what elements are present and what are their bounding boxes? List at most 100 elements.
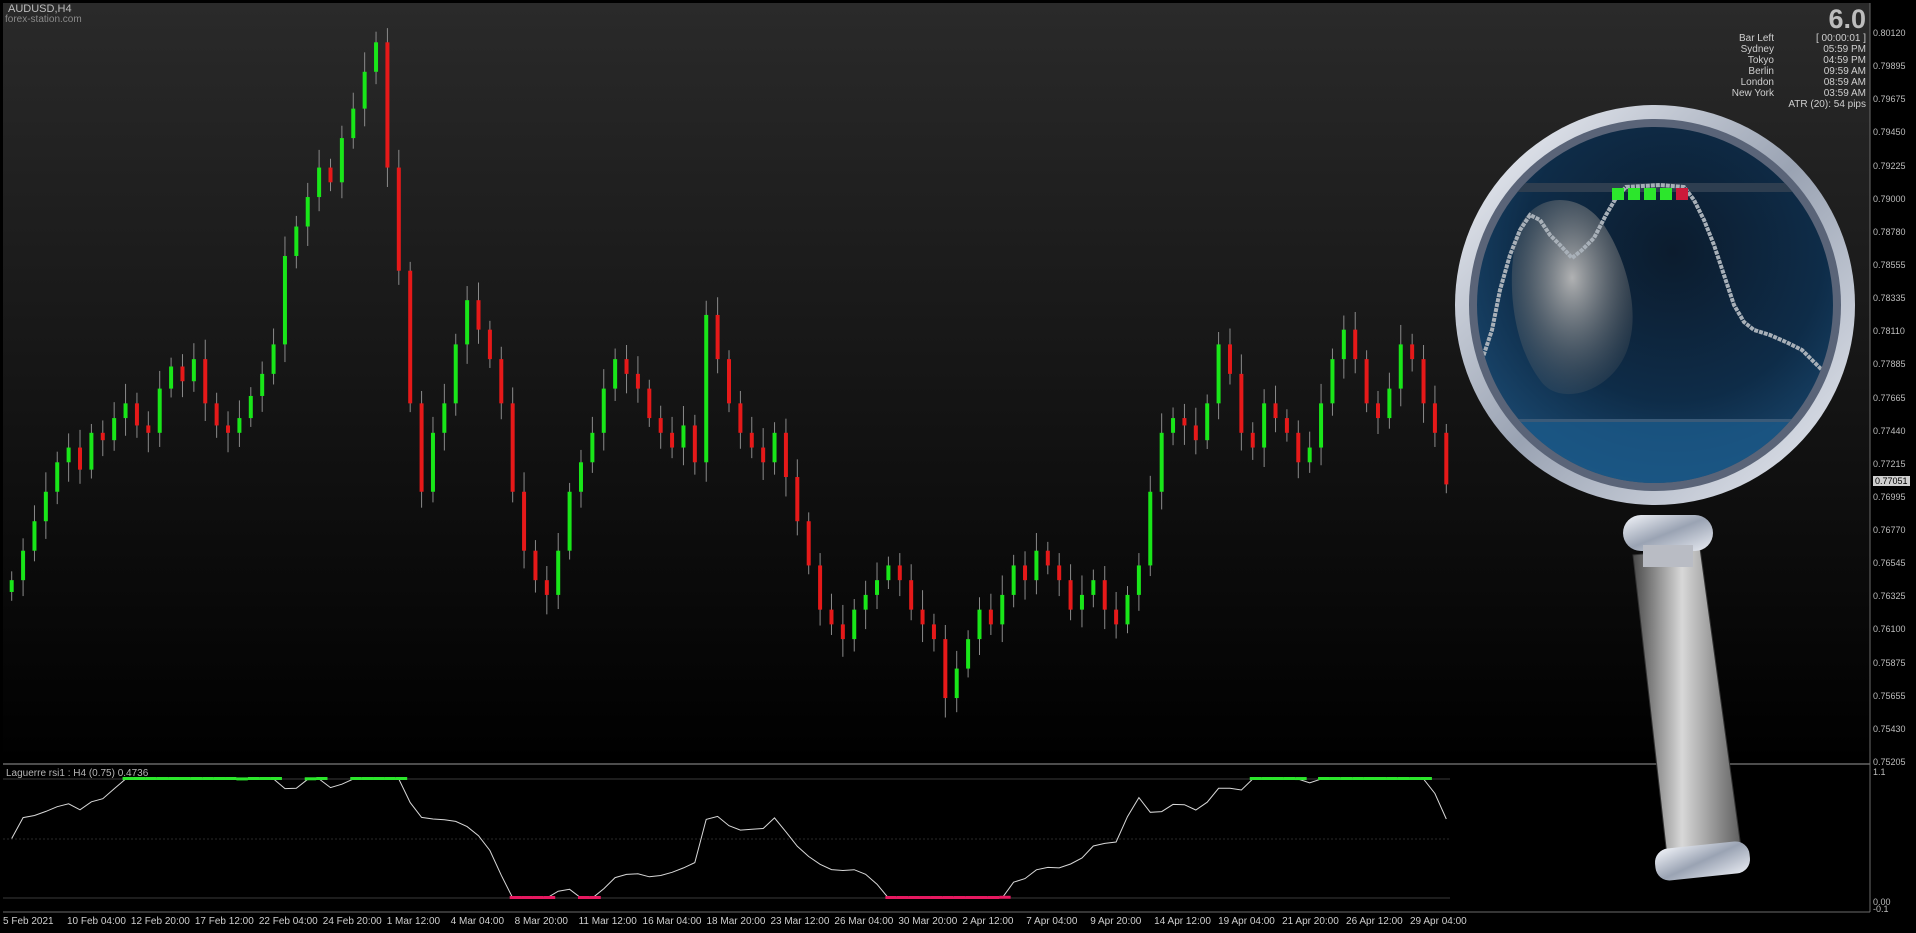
rsi-overbought-dot — [1272, 777, 1284, 780]
candle-bear — [920, 609, 925, 625]
rsi-overbought-dot — [1352, 777, 1364, 780]
info-row: Tokyo 04:59 PM — [1654, 55, 1866, 66]
candle-bear — [818, 565, 823, 610]
rsi-overbought-dot — [1340, 777, 1353, 780]
candle-bear — [1182, 418, 1187, 426]
candle-bear — [146, 425, 151, 433]
candle-bear — [749, 432, 754, 448]
info-value: 03:59 AM — [1823, 88, 1866, 99]
candle-bear — [487, 329, 492, 360]
candle-bear — [658, 418, 663, 433]
lens-dot-4 — [1660, 188, 1672, 200]
candle-bull — [43, 491, 48, 522]
candle-bull — [112, 418, 117, 441]
rsi-oversold-dot — [885, 896, 897, 899]
candle-bear — [738, 403, 743, 433]
price-tick-label: 0.79225 — [1873, 160, 1906, 171]
candle-bear — [624, 359, 629, 374]
candle-bear — [385, 42, 390, 168]
price-tick-label: 0.75875 — [1873, 657, 1906, 668]
price-tick-label: 0.78555 — [1873, 259, 1906, 270]
time-tick-label: 14 Apr 12:00 — [1154, 916, 1211, 927]
candle-bull — [1307, 447, 1312, 463]
candle-bull — [123, 403, 128, 419]
candle-bull — [89, 432, 94, 470]
rsi-overbought-dot — [373, 777, 385, 780]
candle-bull — [374, 42, 379, 72]
chart-area[interactable]: AUDUSD,H4 forex-station.com 6.0 Bar Left… — [0, 0, 1916, 933]
candle-bear — [795, 477, 800, 522]
sub-scale-bottom-2: -0.1 — [1873, 904, 1889, 914]
price-tick-label: 0.79895 — [1873, 61, 1906, 72]
rsi-overbought-dot — [168, 777, 180, 780]
price-tick-label: 0.76995 — [1873, 491, 1906, 502]
candle-bull — [1125, 594, 1130, 625]
time-tick-label: 5 Feb 2021 — [3, 916, 54, 927]
candle-bull — [430, 432, 435, 492]
price-tick-label: 0.76545 — [1873, 558, 1906, 569]
rsi-overbought-dot — [1249, 777, 1262, 780]
candle-bull — [590, 432, 595, 463]
info-value: 05:59 PM — [1823, 44, 1866, 55]
info-row: Berlin 09:59 AM — [1654, 66, 1866, 77]
candle-bull — [681, 425, 686, 448]
magnifier-neck — [1643, 545, 1693, 567]
rsi-oversold-dot — [976, 896, 988, 899]
candle-bear — [510, 403, 515, 492]
candle-bear — [1273, 403, 1278, 419]
price-tick-label: 0.77215 — [1873, 458, 1906, 469]
rsi-oversold-dot — [521, 896, 533, 899]
rsi-oversold-dot — [543, 896, 556, 899]
candle-bull — [1159, 432, 1164, 492]
rsi-oversold-dot — [908, 896, 920, 899]
candle-bear — [1421, 359, 1426, 404]
price-tick-label: 0.79675 — [1873, 94, 1906, 105]
candle-bear — [100, 432, 105, 441]
info-label: New York — [1731, 88, 1774, 99]
candle-bear — [544, 580, 549, 595]
candle-bull — [9, 580, 14, 592]
candle-bull — [55, 462, 60, 492]
time-tick-label: 30 Mar 20:00 — [898, 916, 958, 927]
price-tick-label: 0.78780 — [1873, 226, 1906, 237]
price-tick-label: 0.79000 — [1873, 193, 1906, 204]
candle-bear — [647, 388, 652, 419]
lens-dot-3 — [1644, 188, 1656, 200]
time-tick-label: 29 Apr 04:00 — [1410, 916, 1467, 927]
candle-bull — [1136, 565, 1141, 595]
candle-bull — [1387, 388, 1392, 419]
site-watermark: forex-station.com — [5, 14, 82, 25]
candle-bear — [1193, 425, 1198, 441]
info-row: Bar Left [ 00:00:01 ] — [1654, 33, 1866, 44]
rsi-overbought-dot — [361, 777, 374, 780]
candle-bear — [180, 366, 185, 382]
rsi-oversold-dot — [896, 896, 909, 899]
candle-bear — [1057, 565, 1062, 581]
price-tick-label: 0.78110 — [1873, 326, 1905, 337]
candle-bull — [66, 447, 71, 463]
candle-bull — [1216, 344, 1221, 404]
rsi-oversold-dot — [532, 896, 544, 899]
candle-bear — [840, 624, 845, 640]
lens-dot-5 — [1676, 188, 1688, 200]
price-tick-label: 0.75655 — [1873, 690, 1906, 701]
candle-bear — [1284, 418, 1289, 433]
rsi-overbought-dot — [1409, 777, 1421, 780]
rsi-overbought-dot — [270, 777, 282, 780]
sub-scale-top: 1.1 — [1873, 767, 1886, 777]
candle-bull — [1091, 580, 1096, 595]
candle-bear — [761, 447, 766, 463]
time-tick-label: 23 Mar 12:00 — [770, 916, 830, 927]
info-label: London — [1740, 77, 1774, 88]
candle-bear — [715, 314, 720, 360]
price-chart[interactable] — [0, 0, 1916, 933]
rsi-oversold-dot — [930, 896, 943, 899]
rsi-oversold-dot — [509, 896, 522, 899]
time-tick-label: 22 Feb 04:00 — [258, 916, 318, 927]
candle-bear — [1353, 329, 1358, 360]
candle-bull — [294, 226, 299, 256]
candle-bull — [966, 639, 971, 669]
candle-bear — [1114, 609, 1119, 625]
candle-bear — [1375, 403, 1380, 419]
price-tick-label: 0.77665 — [1873, 392, 1906, 403]
